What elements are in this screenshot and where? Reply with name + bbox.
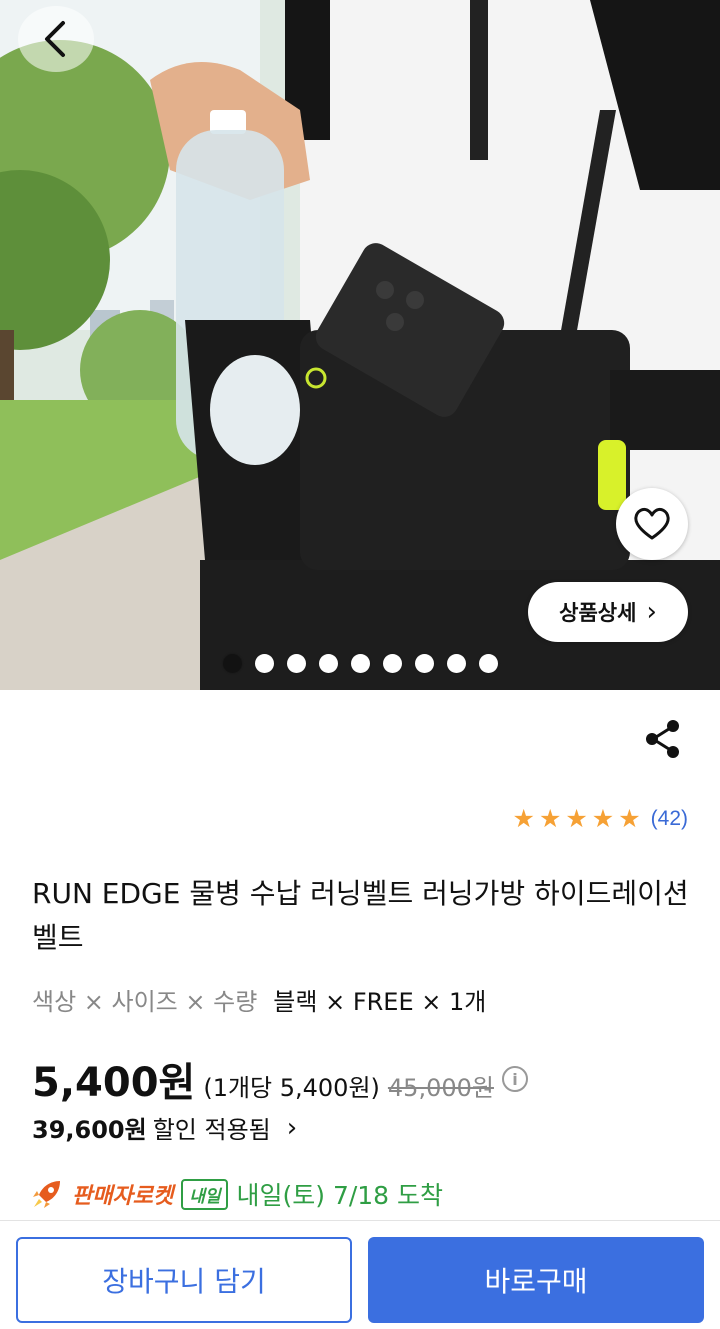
share-button[interactable]	[640, 716, 686, 762]
discount-amount: 39,600원	[32, 1116, 147, 1144]
star-icon: ★	[618, 804, 641, 833]
add-to-cart-button[interactable]: 장바구니 담기	[16, 1237, 352, 1323]
unit-price: (1개당 5,400원)	[203, 1074, 380, 1102]
star-icon: ★	[591, 804, 615, 833]
share-icon	[646, 720, 679, 758]
purchase-bar: 장바구니 담기 바로구매	[0, 1220, 720, 1329]
discount-text: 할인 적용됨	[152, 1116, 271, 1144]
option-label: 색상 × 사이즈 × 수량	[32, 988, 258, 1016]
sale-price: 5,400원	[32, 1060, 196, 1106]
star-icon: ★	[565, 804, 588, 833]
discount-row[interactable]: 39,600원 할인 적용됨 ›	[32, 1110, 297, 1145]
product-image-carousel[interactable]: 상품상세 ›	[0, 0, 720, 690]
carousel-dot[interactable]	[414, 654, 434, 673]
product-detail-label: 상품상세	[559, 601, 637, 625]
chevron-right-icon: ›	[286, 1112, 298, 1143]
product-detail-button[interactable]: 상품상세 ›	[528, 582, 688, 642]
delivery-info: 판매자로켓 내일 내일(토) 7/18 도착	[30, 1176, 443, 1212]
price-row: 5,400원 (1개당 5,400원) 45,000원 i	[32, 1050, 528, 1108]
product-title: RUN EDGE 물병 수납 러닝벨트 러닝가방 하이드레이션 벨트	[32, 877, 689, 954]
carousel-dot[interactable]	[286, 654, 306, 673]
chevron-right-icon: ›	[646, 597, 657, 627]
carousel-indicator	[0, 654, 720, 676]
rocket-icon	[33, 1181, 60, 1208]
back-button[interactable]	[18, 6, 94, 72]
seller-rocket-label: 판매자로켓	[72, 1184, 174, 1209]
star-icon: ★	[538, 804, 562, 833]
carousel-dot[interactable]	[446, 654, 466, 673]
star-icon: ★	[512, 804, 535, 833]
option-summary: 색상 × 사이즈 × 수량 블랙 × FREE × 1개	[32, 982, 486, 1017]
rating-summary[interactable]: ★ ★ ★ ★ ★ (42)	[513, 806, 688, 832]
carousel-dot[interactable]	[478, 654, 498, 673]
heart-icon	[634, 507, 670, 540]
review-count[interactable]: (42)	[651, 807, 688, 831]
carousel-dot[interactable]	[222, 654, 242, 673]
original-price: 45,000원	[387, 1074, 494, 1102]
carousel-dot[interactable]	[254, 654, 274, 673]
wishlist-button[interactable]	[616, 488, 688, 560]
carousel-dot[interactable]	[350, 654, 370, 673]
delivery-date: 내일(토) 7/18 도착	[236, 1181, 444, 1210]
back-arrow-icon	[45, 21, 65, 57]
info-icon[interactable]: i	[501, 1066, 528, 1092]
buy-now-button[interactable]: 바로구매	[368, 1237, 704, 1323]
carousel-dot[interactable]	[382, 654, 402, 673]
carousel-dot[interactable]	[318, 654, 338, 673]
option-value: 블랙 × FREE × 1개	[273, 988, 487, 1016]
delivery-badge: 내일	[181, 1178, 229, 1210]
